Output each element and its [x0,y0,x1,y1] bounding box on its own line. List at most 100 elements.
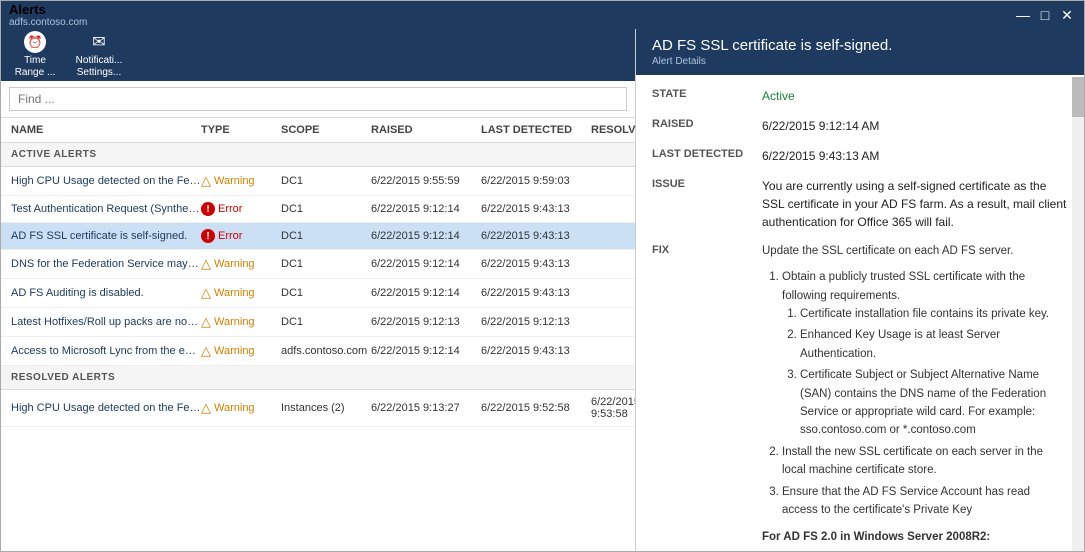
alert-type: △ Warning [201,343,281,359]
fix-subitem-3: Certificate Subject or Subject Alternati… [800,366,1068,440]
col-header-type: TYPE [201,124,281,136]
left-title-area: Alerts adfs.contoso.com [9,2,87,28]
error-icon: ! [201,229,215,243]
detail-subtitle: Alert Details [652,56,1068,67]
fix-item-2: Install the new SSL certificate on each … [782,443,1068,480]
resolved-alerts-section: RESOLVED ALERTS [1,366,635,390]
error-icon: ! [201,202,215,216]
alert-raised: 6/22/2015 9:12:14 [371,258,481,270]
notification-label: Notificati...Settings... [76,55,123,79]
fix-subitem-2: Enhanced Key Usage is at least Server Au… [800,326,1068,363]
alert-resolved: 6/22/2015 9:53:58 [591,396,635,420]
alert-scope: DC1 [281,258,371,270]
alert-row-selected[interactable]: AD FS SSL certificate is self-signed. ! … [1,223,635,250]
alert-scope: DC1 [281,203,371,215]
detail-header: AD FS SSL certificate is self-signed. Al… [636,29,1084,75]
last-detected-value: 6/22/2015 9:43:13 AM [762,147,1068,165]
alert-last: 6/22/2015 9:59:03 [481,175,591,187]
alert-row[interactable]: Access to Microsoft Lync from the extra.… [1,337,635,366]
alert-raised: 6/22/2015 9:13:27 [371,402,481,414]
alert-type: △ Warning [201,173,281,189]
col-header-name: NAME [11,124,201,136]
alert-last: 6/22/2015 9:43:13 [481,203,591,215]
window-controls[interactable]: — □ ✕ [1014,7,1076,24]
alert-name: AD FS Auditing is disabled. [11,287,201,299]
minimize-button[interactable]: — [1014,7,1032,24]
detail-title: AD FS SSL certificate is self-signed. [652,37,1068,54]
time-range-label: TimeRange ... [15,55,56,79]
alert-last: 6/22/2015 9:43:13 [481,258,591,270]
left-panel: ⏰ TimeRange ... ✉ Notificati...Settings.… [1,29,636,551]
alert-raised: 6/22/2015 9:12:14 [371,230,481,242]
warning-icon: △ [201,343,211,359]
issue-value: You are currently using a self-signed ce… [762,177,1068,231]
alert-row[interactable]: DNS for the Federation Service may be...… [1,250,635,279]
fix-label: FIX [652,243,762,256]
time-range-button[interactable]: ⏰ TimeRange ... [11,31,59,79]
alert-row[interactable]: AD FS Auditing is disabled. △ Warning DC… [1,279,635,308]
alert-raised: 6/22/2015 9:12:13 [371,316,481,328]
alert-row[interactable]: High CPU Usage detected on the Feder... … [1,167,635,196]
warning-icon: △ [201,314,211,330]
alert-type: △ Warning [201,314,281,330]
last-detected-label: LAST DETECTED [652,147,762,160]
alert-last: 6/22/2015 9:43:13 [481,345,591,357]
notification-settings-button[interactable]: ✉ Notificati...Settings... [75,31,123,79]
fix-intro: Update the SSL certificate on each AD FS… [762,243,1068,260]
issue-label: ISSUE [652,177,762,190]
alert-row[interactable]: Latest Hotfixes/Roll up packs are not in… [1,308,635,337]
alert-row[interactable]: High CPU Usage detected on the Feder... … [1,390,635,427]
envelope-icon: ✉ [88,31,110,53]
app-subtitle: adfs.contoso.com [9,17,87,28]
detail-raised-row: RAISED 6/22/2015 9:12:14 AM [652,117,1068,135]
fix-item-3: Ensure that the AD FS Service Account ha… [782,483,1068,520]
detail-last-detected-row: LAST DETECTED 6/22/2015 9:43:13 AM [652,147,1068,165]
alert-scope: Instances (2) [281,402,371,414]
fix-sublist-1: Certificate installation file contains i… [782,305,1068,440]
alert-scope: DC1 [281,287,371,299]
maximize-button[interactable]: □ [1036,7,1054,24]
detail-body[interactable]: STATE Active RAISED 6/22/2015 9:12:14 AM… [636,75,1084,551]
app-title: Alerts [9,2,87,17]
close-button[interactable]: ✕ [1058,7,1076,24]
alert-row[interactable]: Test Authentication Request (Synthetic..… [1,196,635,223]
raised-label: RAISED [652,117,762,130]
alert-raised: 6/22/2015 9:12:14 [371,203,481,215]
right-panel: AD FS SSL certificate is self-signed. Al… [636,29,1084,551]
alert-raised: 6/22/2015 9:55:59 [371,175,481,187]
alert-type: ! Error [201,202,281,216]
alert-name: DNS for the Federation Service may be... [11,258,201,270]
fix-list: Obtain a publicly trusted SSL certificat… [762,268,1068,519]
alert-name: Access to Microsoft Lync from the extra.… [11,345,201,357]
scrollbar-thumb[interactable] [1072,77,1084,117]
search-input[interactable] [9,87,627,111]
col-header-raised: RAISED [371,124,481,136]
warning-icon: △ [201,400,211,416]
warning-icon: △ [201,285,211,301]
clock-icon: ⏰ [24,31,46,53]
alert-scope: adfs.contoso.com [281,345,371,357]
detail-fix-row: FIX Update the SSL certificate on each A… [652,243,1068,551]
raised-value: 6/22/2015 9:12:14 AM [762,117,1068,135]
alert-name: Test Authentication Request (Synthetic..… [11,203,201,215]
table-header: NAME TYPE SCOPE RAISED LAST DETECTED RES… [1,118,635,143]
fix-bold-heading: For AD FS 2.0 in Windows Server 2008R2: [762,529,1068,546]
alert-type: △ Warning [201,400,281,416]
state-label: STATE [652,87,762,100]
search-bar [1,81,635,118]
alert-raised: 6/22/2015 9:12:14 [371,287,481,299]
alert-scope: DC1 [281,316,371,328]
fix-subitem-1: Certificate installation file contains i… [800,305,1068,323]
alert-raised: 6/22/2015 9:12:14 [371,345,481,357]
fix-item-1: Obtain a publicly trusted SSL certificat… [782,268,1068,440]
main-window: Alerts adfs.contoso.com — □ ✕ ⏰ TimeRang… [0,0,1085,552]
detail-state-row: STATE Active [652,87,1068,105]
scrollbar-track[interactable] [1072,77,1084,551]
alert-type: ! Error [201,229,281,243]
detail-issue-row: ISSUE You are currently using a self-sig… [652,177,1068,231]
alert-last: 6/22/2015 9:52:58 [481,402,591,414]
warning-icon: △ [201,256,211,272]
alert-last: 6/22/2015 9:12:13 [481,316,591,328]
warning-icon: △ [201,173,211,189]
alerts-list: ACTIVE ALERTS High CPU Usage detected on… [1,143,635,551]
